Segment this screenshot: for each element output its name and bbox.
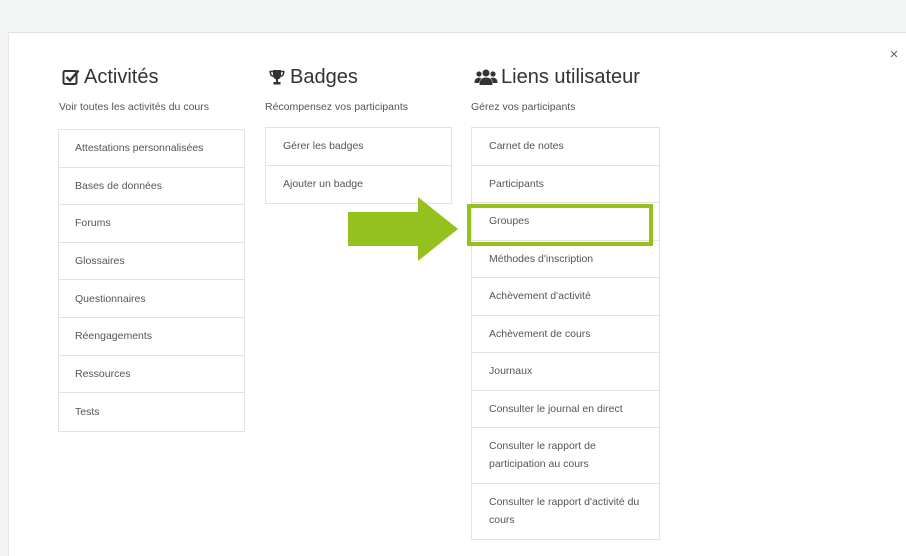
activities-column: Activités Voir toutes les activités du c…	[58, 64, 245, 432]
activity-item-ressources[interactable]: Ressources	[59, 356, 244, 394]
user-links-heading: Liens utilisateur	[474, 64, 658, 90]
activities-heading: Activités	[61, 64, 243, 90]
activity-item-bases-de-donnees[interactable]: Bases de données	[59, 168, 244, 206]
user-link-activity-completion[interactable]: Achèvement d'activité	[472, 278, 659, 316]
arrow-shape	[348, 197, 458, 261]
page-backdrop	[0, 0, 906, 32]
user-links-subtitle: Gérez vos participants	[471, 101, 576, 113]
user-links-list: Carnet de notes Participants Groupes Mét…	[471, 127, 660, 540]
badge-item-manage[interactable]: Gérer les badges	[266, 128, 451, 166]
activities-title: Activités	[84, 65, 159, 88]
activity-item-reengagements[interactable]: Réengagements	[59, 318, 244, 356]
user-link-enrolment-methods[interactable]: Méthodes d'inscription	[472, 241, 659, 278]
user-links-column: Liens utilisateur Gérez vos participants…	[471, 64, 660, 540]
activity-item-forums[interactable]: Forums	[59, 205, 244, 243]
user-link-live-log[interactable]: Consulter le journal en direct	[472, 391, 659, 428]
close-button[interactable]: ×	[885, 46, 903, 64]
user-link-participants[interactable]: Participants	[472, 166, 659, 203]
badges-list: Gérer les badges Ajouter un badge	[265, 127, 452, 204]
user-links-title: Liens utilisateur	[501, 65, 640, 88]
activity-item-tests[interactable]: Tests	[59, 393, 244, 431]
users-icon	[474, 67, 498, 87]
user-link-gradebook[interactable]: Carnet de notes	[472, 128, 659, 166]
user-link-course-completion[interactable]: Achèvement de cours	[472, 316, 659, 353]
activities-list: Attestations personnalisées Bases de don…	[58, 129, 245, 432]
check-square-icon	[61, 67, 81, 87]
user-link-logs[interactable]: Journaux	[472, 353, 659, 391]
groups-highlight-box	[467, 204, 653, 246]
user-link-participation-report[interactable]: Consulter le rapport de participation au…	[472, 428, 659, 484]
activity-item-questionnaires[interactable]: Questionnaires	[59, 280, 244, 318]
activity-item-glossaires[interactable]: Glossaires	[59, 243, 244, 281]
trophy-icon	[267, 67, 287, 87]
badges-heading: Badges	[267, 64, 450, 90]
badges-title: Badges	[290, 65, 358, 88]
badges-column: Badges Récompensez vos participants Gére…	[265, 64, 452, 204]
activities-subtitle[interactable]: Voir toutes les activités du cours	[59, 100, 243, 114]
arrow-right-icon	[348, 197, 458, 261]
badges-subtitle: Récompensez vos participants	[265, 101, 408, 113]
activity-item-attestations[interactable]: Attestations personnalisées	[59, 130, 244, 168]
user-link-activity-report[interactable]: Consulter le rapport d'activité du cours	[472, 484, 659, 540]
